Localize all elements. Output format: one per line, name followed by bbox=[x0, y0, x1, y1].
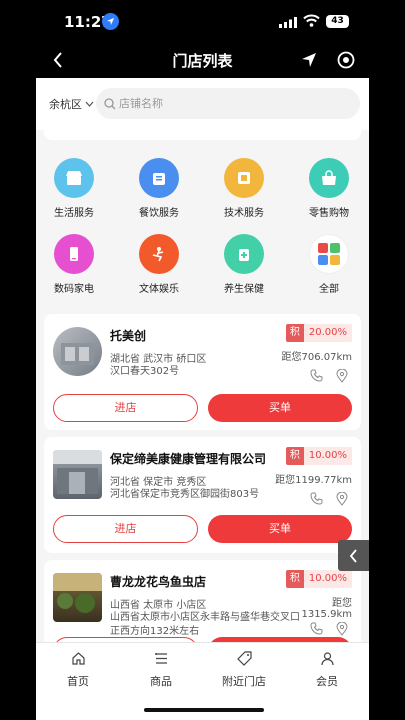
category-label: 零售购物 bbox=[309, 208, 349, 219]
tab-label: 商品 bbox=[150, 675, 172, 688]
category-label: 生活服务 bbox=[54, 208, 94, 219]
chevron-down-icon bbox=[85, 101, 94, 107]
category-sports[interactable]: 文体娱乐 bbox=[123, 234, 195, 295]
store-name: 托美创 bbox=[110, 329, 147, 343]
location-arrow-icon bbox=[102, 13, 119, 30]
points-badge: 积 10.00% bbox=[285, 447, 352, 465]
chevron-left-icon bbox=[349, 548, 357, 563]
location-pin-icon[interactable] bbox=[336, 492, 348, 506]
store-address: 河北省保定市竞秀区御园街803号 bbox=[110, 489, 260, 500]
enter-store-button[interactable]: 进店 bbox=[53, 515, 198, 543]
search-row: 余杭区 bbox=[36, 78, 369, 130]
shop-icon bbox=[54, 158, 94, 198]
category-all[interactable]: 全部 bbox=[293, 234, 365, 295]
pay-button[interactable]: 买单 bbox=[208, 515, 352, 543]
user-icon bbox=[320, 652, 334, 666]
store-name: 曹龙龙花鸟鱼虫店 bbox=[110, 575, 207, 589]
store-address: 汉口春天302号 bbox=[110, 366, 180, 377]
tag-icon bbox=[236, 651, 252, 666]
enter-store-button[interactable]: 进店 bbox=[53, 394, 198, 422]
points-label: 积 bbox=[285, 447, 304, 465]
category-tech-service[interactable]: 技术服务 bbox=[208, 158, 280, 219]
home-icon bbox=[71, 652, 85, 665]
phone-call-icon[interactable] bbox=[310, 492, 323, 505]
store-region: 河北省 保定市 竞秀区 bbox=[110, 477, 207, 488]
points-label: 积 bbox=[285, 570, 304, 588]
points-label: 积 bbox=[285, 324, 304, 342]
district-label: 余杭区 bbox=[49, 98, 82, 111]
store-photo bbox=[53, 327, 102, 376]
store-photo bbox=[53, 450, 102, 499]
store-card[interactable]: 托美创 湖北省 武汉市 硚口区 汉口春天302号 积 20.00% 距您706.… bbox=[44, 314, 361, 430]
location-pin-icon[interactable] bbox=[336, 622, 348, 636]
distance-value: 1315.9km bbox=[301, 609, 352, 620]
points-badge: 积 10.00% bbox=[285, 570, 352, 588]
category-label: 技术服务 bbox=[224, 208, 264, 219]
store-distance: 距您706.07km bbox=[281, 352, 352, 363]
tab-label: 首页 bbox=[67, 675, 89, 688]
food-icon bbox=[139, 158, 179, 198]
points-rate: 20.00% bbox=[303, 324, 352, 342]
target-icon[interactable] bbox=[336, 50, 356, 70]
home-indicator bbox=[144, 708, 264, 712]
category-life-service[interactable]: 生活服务 bbox=[38, 158, 110, 219]
tab-home[interactable]: 首页 bbox=[48, 651, 108, 689]
page-title: 门店列表 bbox=[172, 52, 233, 70]
wifi-icon bbox=[303, 14, 320, 27]
category-label: 全部 bbox=[319, 284, 339, 295]
store-distance: 距您1199.77km bbox=[275, 475, 352, 486]
points-rate: 10.00% bbox=[303, 570, 352, 588]
nav-bar: 门店列表 bbox=[36, 42, 369, 78]
category-digital[interactable]: 数码家电 bbox=[38, 234, 110, 295]
store-distance: 距您 1315.9km bbox=[301, 594, 352, 620]
district-selector[interactable]: 余杭区 bbox=[49, 96, 94, 112]
store-photo bbox=[53, 573, 102, 622]
search-input[interactable] bbox=[119, 97, 339, 110]
phone-call-icon[interactable] bbox=[310, 622, 323, 635]
health-icon bbox=[224, 234, 264, 274]
location-pin-icon[interactable] bbox=[336, 369, 348, 383]
phone-icon bbox=[54, 234, 94, 274]
tab-nearby-stores[interactable]: 附近门店 bbox=[214, 651, 274, 689]
phone-call-icon[interactable] bbox=[310, 369, 323, 382]
distance-label: 距您 bbox=[332, 598, 352, 609]
tech-icon bbox=[224, 158, 264, 198]
store-region: 湖北省 武汉市 硚口区 bbox=[110, 354, 207, 365]
collapse-panel-button[interactable] bbox=[338, 540, 369, 571]
search-icon bbox=[104, 97, 116, 109]
search-box bbox=[96, 88, 360, 119]
store-region: 山西省 太原市 小店区 bbox=[110, 600, 207, 611]
pay-button[interactable]: 买单 bbox=[208, 394, 352, 422]
tab-products[interactable]: 商品 bbox=[131, 651, 191, 689]
signal-icon bbox=[279, 17, 297, 28]
category-label: 文体娱乐 bbox=[139, 284, 179, 295]
tab-label: 会员 bbox=[316, 675, 338, 688]
category-retail[interactable]: 零售购物 bbox=[293, 158, 365, 219]
store-card[interactable]: 保定缔美康健康管理有限公司 河北省 保定市 竞秀区 河北省保定市竞秀区御园街80… bbox=[44, 437, 361, 553]
tab-member[interactable]: 会员 bbox=[297, 651, 357, 689]
status-bar: 11:27 43 bbox=[36, 0, 369, 42]
category-grid: 生活服务 餐饮服务 技术服务 零售购物 数码家电 文体娱乐 养生保健 全部 bbox=[36, 152, 369, 302]
points-badge: 积 20.00% bbox=[285, 324, 352, 342]
store-address: 山西省太原市小店区永丰路与盛华巷交叉口正西方向132米左右 bbox=[110, 612, 300, 637]
navigation-arrow-icon[interactable] bbox=[299, 50, 319, 70]
list-icon bbox=[154, 653, 167, 664]
shopping-bag-icon bbox=[309, 158, 349, 198]
points-rate: 10.00% bbox=[303, 447, 352, 465]
sports-icon bbox=[139, 234, 179, 274]
tab-label: 附近门店 bbox=[222, 675, 266, 688]
banner-area bbox=[44, 130, 361, 140]
screen: 11:27 43 门店列表 余杭区 店铺名称 生活服务 餐饮服务 技术服务 零售… bbox=[36, 0, 369, 720]
category-food-service[interactable]: 餐饮服务 bbox=[123, 158, 195, 219]
store-name: 保定缔美康健康管理有限公司 bbox=[110, 452, 267, 466]
category-label: 餐饮服务 bbox=[139, 208, 179, 219]
battery-indicator: 43 bbox=[326, 15, 349, 28]
category-label: 养生保健 bbox=[224, 284, 264, 295]
category-health[interactable]: 养生保健 bbox=[208, 234, 280, 295]
category-label: 数码家电 bbox=[54, 284, 94, 295]
grid-icon bbox=[309, 234, 349, 274]
